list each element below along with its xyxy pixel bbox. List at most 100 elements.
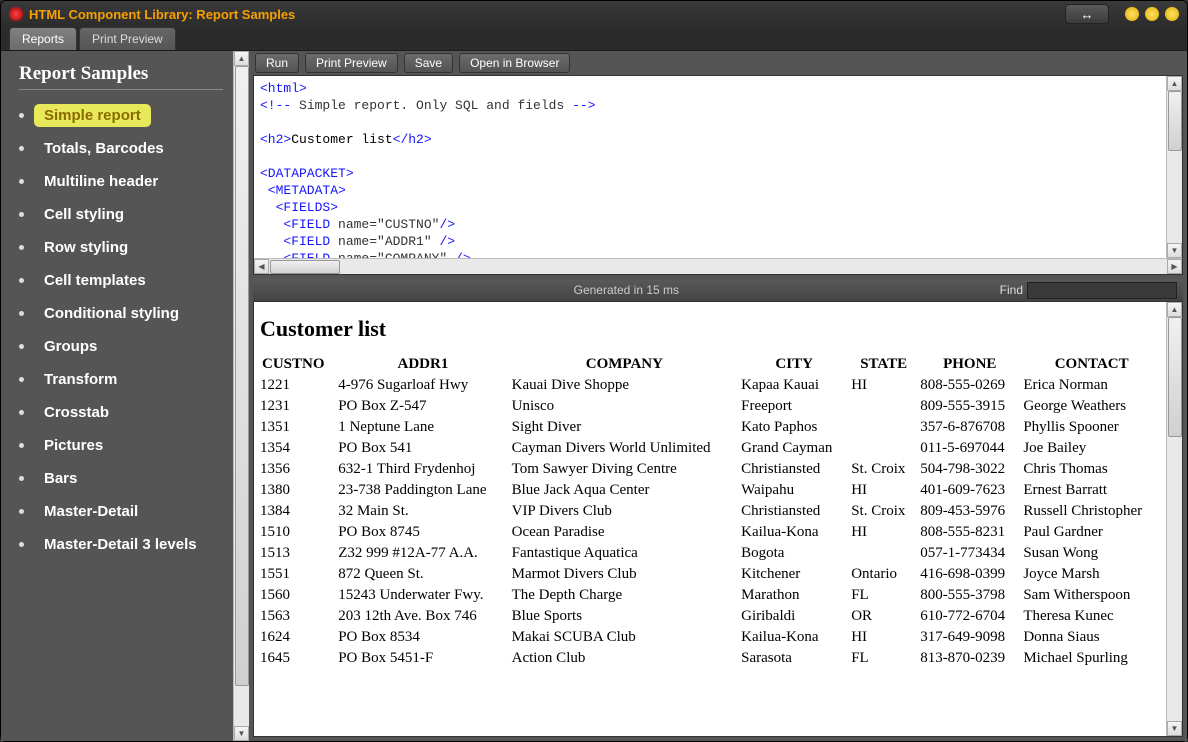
bullet-icon (19, 443, 24, 448)
column-header: CUSTNO (258, 354, 336, 375)
bullet-icon (19, 179, 24, 184)
sidebar-item-1[interactable]: Totals, Barcodes (19, 137, 223, 160)
sidebar-item-8[interactable]: Transform (19, 368, 223, 391)
table-row: 1551872 Queen St.Marmot Divers ClubKitch… (258, 564, 1162, 585)
bullet-icon (19, 113, 24, 118)
sidebar-item-3[interactable]: Cell styling (19, 203, 223, 226)
sidebar-item-5[interactable]: Cell templates (19, 269, 223, 292)
table-row: 1510PO Box 8745Ocean ParadiseKailua-Kona… (258, 522, 1162, 543)
sidebar-item-10[interactable]: Pictures (19, 434, 223, 457)
expand-button[interactable]: ↔ (1065, 4, 1109, 24)
scroll-thumb[interactable] (270, 260, 340, 274)
scroll-up-icon[interactable]: ▲ (1167, 302, 1182, 317)
scroll-up-icon[interactable]: ▲ (234, 51, 249, 66)
print-preview-button[interactable]: Print Preview (305, 53, 398, 73)
status-bar: Generated in 15 ms Find (253, 279, 1183, 301)
maximize-button[interactable] (1145, 7, 1159, 21)
sidebar-item-label: Simple report (34, 104, 151, 127)
scroll-thumb[interactable] (1168, 91, 1182, 151)
tab-print-preview[interactable]: Print Preview (79, 27, 176, 50)
sidebar-item-2[interactable]: Multiline header (19, 170, 223, 193)
bullet-icon (19, 377, 24, 382)
report-title: Customer list (260, 316, 1162, 342)
scroll-thumb[interactable] (1168, 317, 1182, 437)
bullet-icon (19, 542, 24, 547)
status-generated: Generated in 15 ms (253, 283, 1000, 297)
code-hscrollbar[interactable]: ◀ ▶ (254, 258, 1182, 274)
scroll-thumb[interactable] (235, 66, 249, 686)
column-header: COMPANY (510, 354, 740, 375)
close-button[interactable] (1165, 7, 1179, 21)
bullet-icon (19, 509, 24, 514)
scroll-down-icon[interactable]: ▼ (1167, 243, 1182, 258)
sidebar-item-6[interactable]: Conditional styling (19, 302, 223, 325)
bullet-icon (19, 311, 24, 316)
sidebar-item-label: Master-Detail (34, 500, 148, 523)
column-header: ADDR1 (336, 354, 509, 375)
column-header: CITY (739, 354, 849, 375)
table-row: 1645PO Box 5451-FAction ClubSarasotaFL81… (258, 648, 1162, 669)
app-icon (9, 7, 23, 21)
table-row: 1356632-1 Third FrydenhojTom Sawyer Divi… (258, 459, 1162, 480)
minimize-button[interactable] (1125, 7, 1139, 21)
toolbar: Run Print Preview Save Open in Browser (249, 51, 1187, 75)
sidebar-item-4[interactable]: Row styling (19, 236, 223, 259)
sidebar-scrollbar[interactable]: ▲ ▼ (233, 51, 249, 741)
sidebar-item-0[interactable]: Simple report (19, 104, 223, 127)
column-header: CONTACT (1021, 354, 1162, 375)
sidebar-item-label: Cell templates (34, 269, 156, 292)
table-row: 12214-976 Sugarloaf HwyKauai Dive Shoppe… (258, 375, 1162, 396)
sidebar-item-12[interactable]: Master-Detail (19, 500, 223, 523)
table-row: 1563203 12th Ave. Box 746Blue SportsGiri… (258, 606, 1162, 627)
report-preview: Customer list CUSTNOADDR1COMPANYCITYSTAT… (253, 301, 1183, 737)
code-editor[interactable]: <html> <!-- Simple report. Only SQL and … (253, 75, 1183, 275)
sidebar-item-7[interactable]: Groups (19, 335, 223, 358)
sidebar-item-label: Bars (34, 467, 87, 490)
bullet-icon (19, 245, 24, 250)
bullet-icon (19, 476, 24, 481)
sidebar-item-11[interactable]: Bars (19, 467, 223, 490)
table-row: 138023-738 Paddington LaneBlue Jack Aqua… (258, 480, 1162, 501)
table-row: 1513Z32 999 #12A-77 A.A.Fantastique Aqua… (258, 543, 1162, 564)
bullet-icon (19, 344, 24, 349)
table-row: 1231PO Box Z-547UniscoFreeport809-555-39… (258, 396, 1162, 417)
table-row: 13511 Neptune LaneSight DiverKato Paphos… (258, 417, 1162, 438)
scroll-up-icon[interactable]: ▲ (1167, 76, 1182, 91)
sidebar-item-label: Pictures (34, 434, 113, 457)
find-label: Find (1000, 283, 1023, 297)
scroll-right-icon[interactable]: ▶ (1167, 259, 1182, 274)
open-browser-button[interactable]: Open in Browser (459, 53, 570, 73)
window-title: HTML Component Library: Report Samples (29, 7, 295, 22)
table-row: 156015243 Underwater Fwy.The Depth Charg… (258, 585, 1162, 606)
sidebar-item-9[interactable]: Crosstab (19, 401, 223, 424)
table-row: 1354PO Box 541Cayman Divers World Unlimi… (258, 438, 1162, 459)
sidebar-item-label: Groups (34, 335, 107, 358)
run-button[interactable]: Run (255, 53, 299, 73)
bullet-icon (19, 410, 24, 415)
sidebar-item-label: Transform (34, 368, 127, 391)
bullet-icon (19, 278, 24, 283)
sidebar-item-label: Crosstab (34, 401, 119, 424)
scroll-left-icon[interactable]: ◀ (254, 259, 269, 274)
table-row: 138432 Main St.VIP Divers ClubChristians… (258, 501, 1162, 522)
scroll-down-icon[interactable]: ▼ (234, 726, 249, 741)
sidebar-item-label: Totals, Barcodes (34, 137, 174, 160)
save-button[interactable]: Save (404, 53, 453, 73)
report-vscrollbar[interactable]: ▲ ▼ (1166, 302, 1182, 736)
bullet-icon (19, 212, 24, 217)
code-vscrollbar[interactable]: ▲ ▼ (1166, 76, 1182, 258)
sidebar-item-label: Conditional styling (34, 302, 189, 325)
sidebar-item-label: Row styling (34, 236, 138, 259)
column-header: PHONE (918, 354, 1021, 375)
scroll-down-icon[interactable]: ▼ (1167, 721, 1182, 736)
tab-strip: Reports Print Preview (1, 27, 1187, 51)
find-input[interactable] (1027, 282, 1177, 299)
sidebar-item-label: Cell styling (34, 203, 134, 226)
bullet-icon (19, 146, 24, 151)
table-row: 1624PO Box 8534Makai SCUBA ClubKailua-Ko… (258, 627, 1162, 648)
tab-reports[interactable]: Reports (9, 27, 77, 50)
sidebar-item-13[interactable]: Master-Detail 3 levels (19, 533, 223, 556)
sidebar-item-label: Multiline header (34, 170, 168, 193)
report-table: CUSTNOADDR1COMPANYCITYSTATEPHONECONTACT1… (258, 354, 1162, 669)
column-header: STATE (849, 354, 918, 375)
